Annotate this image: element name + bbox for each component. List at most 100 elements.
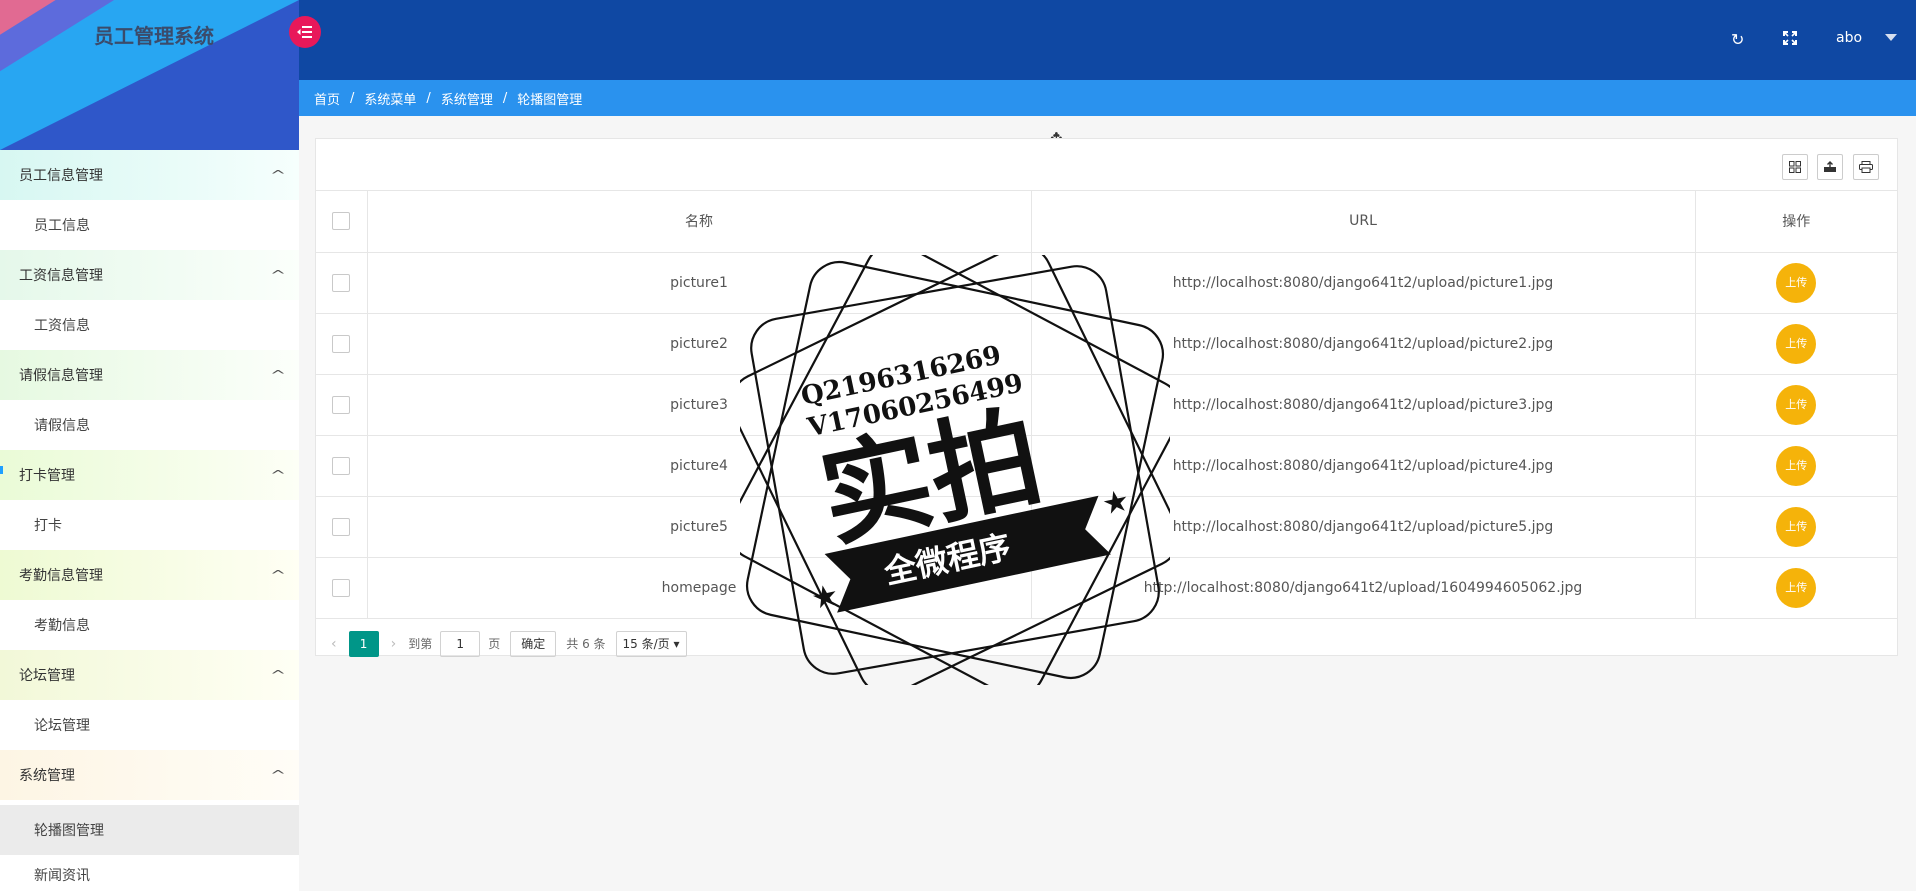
export-button[interactable] [1817,154,1843,180]
page-current[interactable]: 1 [348,630,379,657]
top-bar: ↻ abo [299,0,1916,80]
user-menu[interactable]: abo [1836,30,1862,46]
goto-page-input[interactable]: 1 [440,630,481,657]
row-url: http://localhost:8080/django641t2/upload… [1031,313,1696,375]
chevron-up-icon: ^ [269,468,287,482]
upload-button[interactable]: 上传 [1776,262,1817,303]
breadcrumb-home[interactable]: 首页 [314,89,340,108]
menu-group-employee[interactable]: 员工信息管理 ^ [0,150,299,200]
table-row: picture5 http://localhost:8080/django641… [316,496,1897,558]
breadcrumb-current: 轮播图管理 [517,92,583,108]
table-row: picture3 http://localhost:8080/django641… [316,374,1897,436]
goto-confirm-button[interactable]: 确定 [510,630,557,657]
carousel-table: 名称 URL 操作 picture1 http://localhost:8080… [316,191,1897,619]
menu-item-forum[interactable]: 论坛管理 [0,700,299,750]
chevron-up-icon: ^ [269,268,287,282]
page-size-select[interactable]: 15 条/页 ▾ [615,630,687,657]
menu-item-carousel[interactable]: 轮播图管理 [0,805,299,855]
menu-group-attendance[interactable]: 考勤信息管理 ^ [0,550,299,600]
menu-item-salary-info[interactable]: 工资信息 [0,300,299,350]
row-name: picture5 [367,496,1032,558]
prev-page-icon[interactable]: ‹ [331,636,337,652]
next-page-icon[interactable]: › [391,636,397,652]
breadcrumb-system-manage[interactable]: 系统管理 [441,89,493,108]
menu-fold-icon [297,26,312,38]
column-header-url: URL [1031,191,1696,253]
row-checkbox[interactable] [332,395,351,414]
upload-button[interactable]: 上传 [1776,567,1817,608]
caret-down-icon[interactable] [1885,34,1897,41]
chevron-up-icon: ^ [269,568,287,582]
menu-group-label: 员工信息管理 [19,168,103,184]
export-icon [1824,161,1836,172]
chevron-up-icon: ^ [269,768,287,782]
menu-group-leave[interactable]: 请假信息管理 ^ [0,350,299,400]
menu-item-clockin[interactable]: 打卡 [0,500,299,550]
row-checkbox[interactable] [332,456,351,475]
breadcrumb-system-menu[interactable]: 系统菜单 [364,89,416,108]
upload-button[interactable]: 上传 [1776,445,1817,486]
row-name: picture3 [367,374,1032,436]
menu-item-employee-info[interactable]: 员工信息 [0,200,299,250]
refresh-icon[interactable]: ↻ [1731,30,1744,50]
row-url: http://localhost:8080/django641t2/upload… [1031,252,1696,314]
column-header-action: 操作 [1695,191,1897,253]
menu-group-salary[interactable]: 工资信息管理 ^ [0,250,299,300]
menu-group-label: 系统管理 [19,768,75,784]
row-name: picture1 [367,252,1032,314]
chevron-up-icon: ^ [269,668,287,682]
table-row: picture4 http://localhost:8080/django641… [316,435,1897,497]
menu-item-leave-info[interactable]: 请假信息 [0,400,299,450]
print-button[interactable] [1853,154,1879,180]
upload-button[interactable]: 上传 [1776,384,1817,425]
menu-group-system[interactable]: 系统管理 ^ [0,750,299,800]
table-row: picture1 http://localhost:8080/django641… [316,252,1897,314]
columns-filter-button[interactable] [1782,154,1808,180]
total-count: 共 6 条 [566,637,606,651]
row-checkbox[interactable] [332,578,351,597]
goto-label: 到第 [408,637,433,651]
select-all-cell [316,191,368,253]
print-icon [1859,161,1873,173]
sidebar-header: 员工管理系统 [0,0,299,150]
row-checkbox[interactable] [332,334,351,353]
fullscreen-icon[interactable] [1783,30,1797,50]
upload-button[interactable]: 上传 [1776,506,1817,547]
breadcrumb: 首页 / 系统菜单 / 系统管理 / 轮播图管理 [299,80,1916,116]
row-name: picture4 [367,435,1032,497]
row-url: http://localhost:8080/django641t2/upload… [1031,496,1696,558]
row-name: homepage [367,557,1032,619]
pagination: ‹ 1 › 到第 1 页 确定 共 6 条 15 条/页 ▾ [316,619,1897,669]
table-card: 名称 URL 操作 picture1 http://localhost:8080… [315,138,1898,657]
grid-icon [1789,161,1801,173]
menu-item-attendance-info[interactable]: 考勤信息 [0,600,299,650]
column-header-name: 名称 [367,191,1032,253]
menu-group-label: 考勤信息管理 [19,568,103,584]
sidebar-toggle-button[interactable] [289,16,321,48]
table-header-row: 名称 URL 操作 [316,191,1897,253]
sidebar: 员工管理系统 员工信息管理 ^ 员工信息 工资信息管理 ^ 工资信息 请假信息管… [0,0,299,891]
row-url: http://localhost:8080/django641t2/upload… [1031,374,1696,436]
menu-group-label: 论坛管理 [19,668,75,684]
menu-group-label: 请假信息管理 [19,368,103,384]
table-toolbar [316,139,1897,191]
table-row: homepage http://localhost:8080/django641… [316,557,1897,619]
table-row: picture2 http://localhost:8080/django641… [316,313,1897,375]
active-indicator [0,466,3,474]
menu-group-label: 工资信息管理 [19,268,103,284]
menu-group-forum[interactable]: 论坛管理 ^ [0,650,299,700]
select-all-checkbox[interactable] [332,212,351,231]
page-unit-label: 页 [488,637,501,651]
menu-group-clockin[interactable]: 打卡管理 ^ [0,450,299,500]
row-name: picture2 [367,313,1032,375]
row-url: http://localhost:8080/django641t2/upload… [1031,557,1696,619]
menu-item-news[interactable]: 新闻资讯 [0,855,299,891]
app-title: 员工管理系统 [94,24,214,48]
row-checkbox[interactable] [332,273,351,292]
menu-group-label: 打卡管理 [19,468,75,484]
chevron-up-icon: ^ [269,368,287,382]
upload-button[interactable]: 上传 [1776,323,1817,364]
row-checkbox[interactable] [332,517,351,536]
row-url: http://localhost:8080/django641t2/upload… [1031,435,1696,497]
chevron-up-icon: ^ [269,168,287,182]
